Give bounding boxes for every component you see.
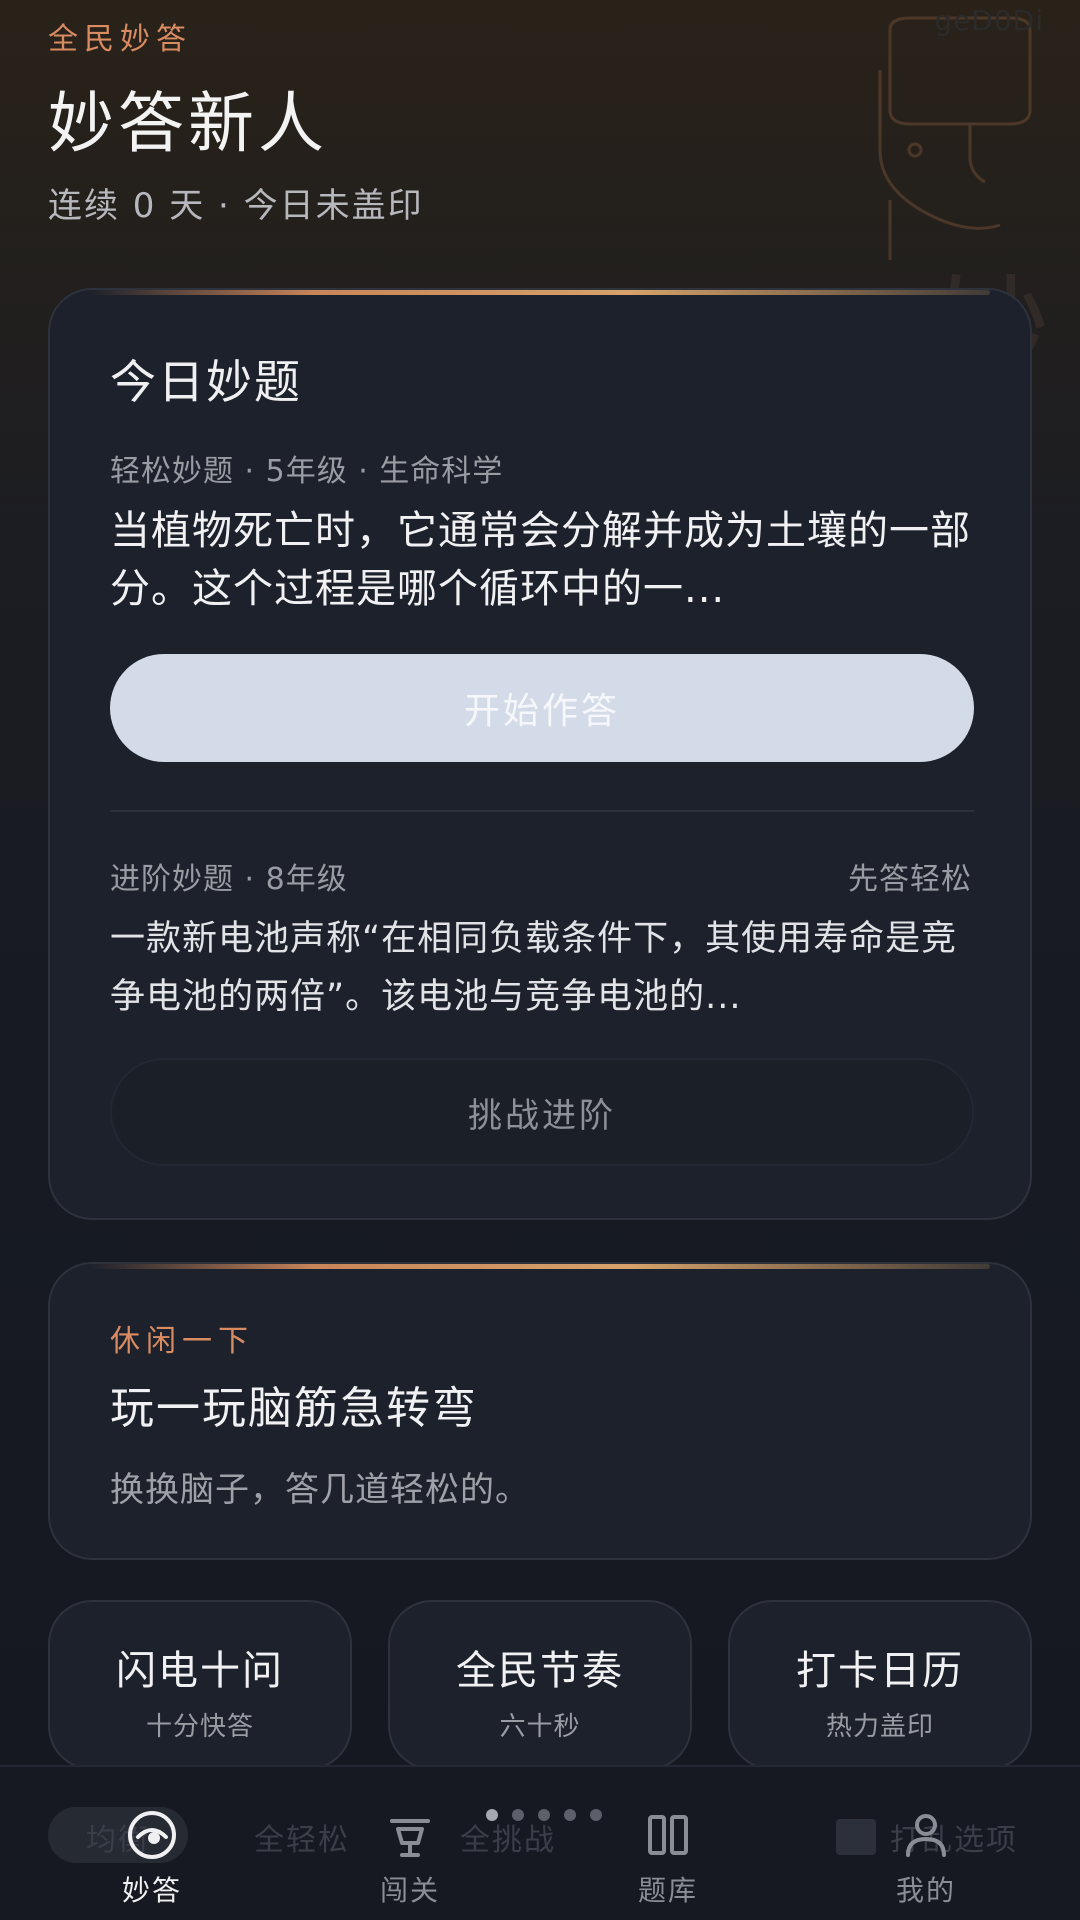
nav-item-question-bank[interactable]: 题库 (588, 1807, 748, 1917)
nav-label: 闯关 (379, 1874, 440, 1907)
person-icon (906, 1814, 946, 1857)
advanced-question-text: 一款新电池声称“在相同负载条件下，其使用寿命是竞争电池的两倍”。该电池与竞争电池… (110, 919, 958, 1017)
page-dot (564, 1809, 576, 1821)
mode-subtitle: 十分快答 (145, 1712, 254, 1742)
mode-title: 闪电十问 (116, 1648, 284, 1694)
nav-label: 妙答 (121, 1874, 182, 1907)
page-dot (538, 1809, 550, 1821)
nav-label: 我的 (895, 1874, 956, 1907)
advanced-lock-hint: 先答轻松 (848, 862, 972, 897)
mode-subtitle: 六十秒 (499, 1712, 581, 1742)
streak-status: 连续 0 天 · 今日未盖印 (48, 186, 424, 226)
page-dot (512, 1809, 524, 1821)
nav-item-profile[interactable]: 我的 (846, 1807, 1006, 1917)
card-divider (110, 810, 974, 812)
mode-card-rhythm[interactable]: 全民节奏 六十秒 (388, 1600, 692, 1770)
trophy-icon (390, 1819, 430, 1857)
mode-card-lightning[interactable]: 闪电十问 十分快答 (48, 1600, 352, 1770)
mode-title: 全民节奏 (456, 1648, 624, 1694)
book-icon (648, 1815, 688, 1855)
casual-description: 换换脑子，答几道轻松的。 (110, 1470, 530, 1510)
nav-item-miaoda[interactable]: 妙答 (72, 1807, 232, 1917)
casual-title: 玩一玩脑筋急转弯 (110, 1383, 478, 1434)
watermark: geD0Di (934, 4, 1044, 37)
advanced-question-meta: 进阶妙题 · 8年级 (110, 862, 348, 897)
daily-question-card: 今日妙题 轻松妙题 · 5年级 · 生命科学 当植物死亡时，它通常会分解并成为土… (48, 288, 1032, 1220)
page-title: 妙答新人 (48, 85, 328, 162)
mode-row: 闪电十问 十分快答 全民节奏 六十秒 打卡日历 热力盖印 (48, 1600, 1032, 1770)
nav-label: 题库 (637, 1874, 698, 1907)
challenge-advanced-button[interactable]: 挑战进阶 (110, 1058, 974, 1166)
app-eyebrow: 全民妙答 (48, 22, 192, 57)
page-indicator (486, 1809, 602, 1821)
eye-icon (128, 1811, 176, 1859)
easy-question-meta: 轻松妙题 · 5年级 · 生命科学 (110, 454, 504, 489)
brain-teaser-card[interactable]: 休闲一下 玩一玩脑筋急转弯 换换脑子，答几道轻松的。 (48, 1262, 1032, 1560)
nav-item-challenge[interactable]: 闯关 (330, 1807, 490, 1917)
mode-title: 打卡日历 (796, 1648, 964, 1694)
easy-question-text: 当植物死亡时，它通常会分解并成为土壤的一部分。这个过程是哪个循环中的一... (110, 508, 971, 612)
bottom-navigation: 均衡 全轻松 全挑战 打乱选项 妙答 闯关 题库 我的 (0, 1765, 1080, 1920)
casual-eyebrow: 休闲一下 (110, 1324, 254, 1359)
mode-card-calendar[interactable]: 打卡日历 热力盖印 (728, 1600, 1032, 1770)
daily-card-title: 今日妙题 (110, 355, 302, 409)
mode-subtitle: 热力盖印 (825, 1712, 934, 1742)
start-answer-button[interactable]: 开始作答 (110, 654, 974, 762)
